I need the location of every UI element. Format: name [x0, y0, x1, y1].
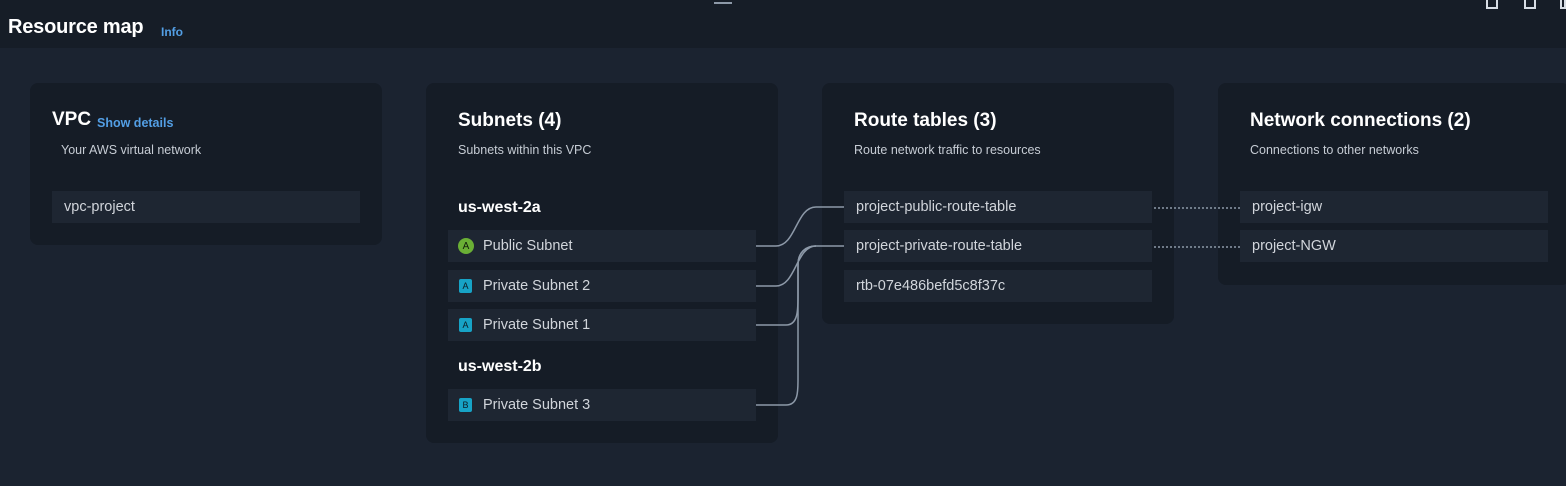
network-connection-row-igw[interactable]: project-igw: [1240, 191, 1548, 223]
vpc-title: VPC: [52, 109, 92, 130]
network-connections-subtitle: Connections to other networks: [1250, 143, 1419, 157]
top-bar: [0, 0, 1566, 48]
route-tables-panel: Route tables (3) Route network traffic t…: [822, 83, 1174, 324]
route-tables-title: Route tables (3): [854, 110, 997, 131]
route-table-label: project-public-route-table: [856, 199, 1017, 215]
page-title: Resource map: [8, 16, 144, 38]
zone-title-us-west-2b: us-west-2b: [458, 358, 542, 375]
vpc-subtitle: Your AWS virtual network: [61, 143, 202, 157]
route-table-row-main[interactable]: rtb-07e486befd5c8f37c: [844, 270, 1152, 302]
network-connections-panel: Network connections (2) Connections to o…: [1218, 83, 1566, 285]
zone-title-us-west-2a: us-west-2a: [458, 199, 541, 216]
subnet-row-public-subnet[interactable]: A Public Subnet: [448, 230, 756, 262]
subnet-row-private-subnet-2[interactable]: A Private Subnet 2: [448, 270, 756, 302]
network-connection-row-ngw[interactable]: project-NGW: [1240, 230, 1548, 262]
subnets-panel: Subnets (4) Subnets within this VPC us-w…: [426, 83, 778, 443]
panel-expand-icon[interactable]: [1560, 0, 1566, 9]
network-connection-label: project-NGW: [1252, 238, 1336, 254]
subnet-label: Public Subnet: [483, 238, 573, 254]
route-table-row-public[interactable]: project-public-route-table: [844, 191, 1152, 223]
availability-zone-b-icon: B: [459, 398, 472, 412]
subnet-row-private-subnet-3[interactable]: B Private Subnet 3: [448, 389, 756, 421]
route-table-row-private[interactable]: project-private-route-table: [844, 230, 1152, 262]
subnet-label: Private Subnet 1: [483, 317, 591, 333]
subnet-row-private-subnet-1[interactable]: A Private Subnet 1: [448, 309, 756, 341]
network-connections-title: Network connections (2): [1250, 110, 1471, 131]
vpc-panel: VPC Show details Your AWS virtual networ…: [30, 83, 382, 245]
show-details-link[interactable]: Show details: [97, 116, 173, 130]
panel-split-icon[interactable]: [1524, 0, 1536, 9]
resize-handle-icon[interactable]: [714, 2, 732, 4]
availability-zone-a-icon: A: [459, 279, 472, 293]
vpc-item-label: vpc-project: [64, 199, 135, 215]
route-table-label: project-private-route-table: [856, 238, 1023, 254]
subnet-label: Private Subnet 3: [483, 397, 591, 413]
route-tables-subtitle: Route network traffic to resources: [854, 143, 1041, 157]
vpc-item[interactable]: vpc-project: [52, 191, 360, 223]
info-link[interactable]: Info: [161, 25, 183, 39]
route-table-label: rtb-07e486befd5c8f37c: [856, 278, 1006, 294]
subnet-label: Private Subnet 2: [483, 278, 591, 294]
availability-zone-a-icon: A: [458, 238, 474, 254]
availability-zone-a-icon: A: [459, 318, 472, 332]
subnets-title: Subnets (4): [458, 110, 562, 131]
panel-layout-icon[interactable]: [1486, 0, 1498, 9]
network-connection-label: project-igw: [1252, 199, 1323, 215]
subnets-subtitle: Subnets within this VPC: [458, 143, 592, 157]
